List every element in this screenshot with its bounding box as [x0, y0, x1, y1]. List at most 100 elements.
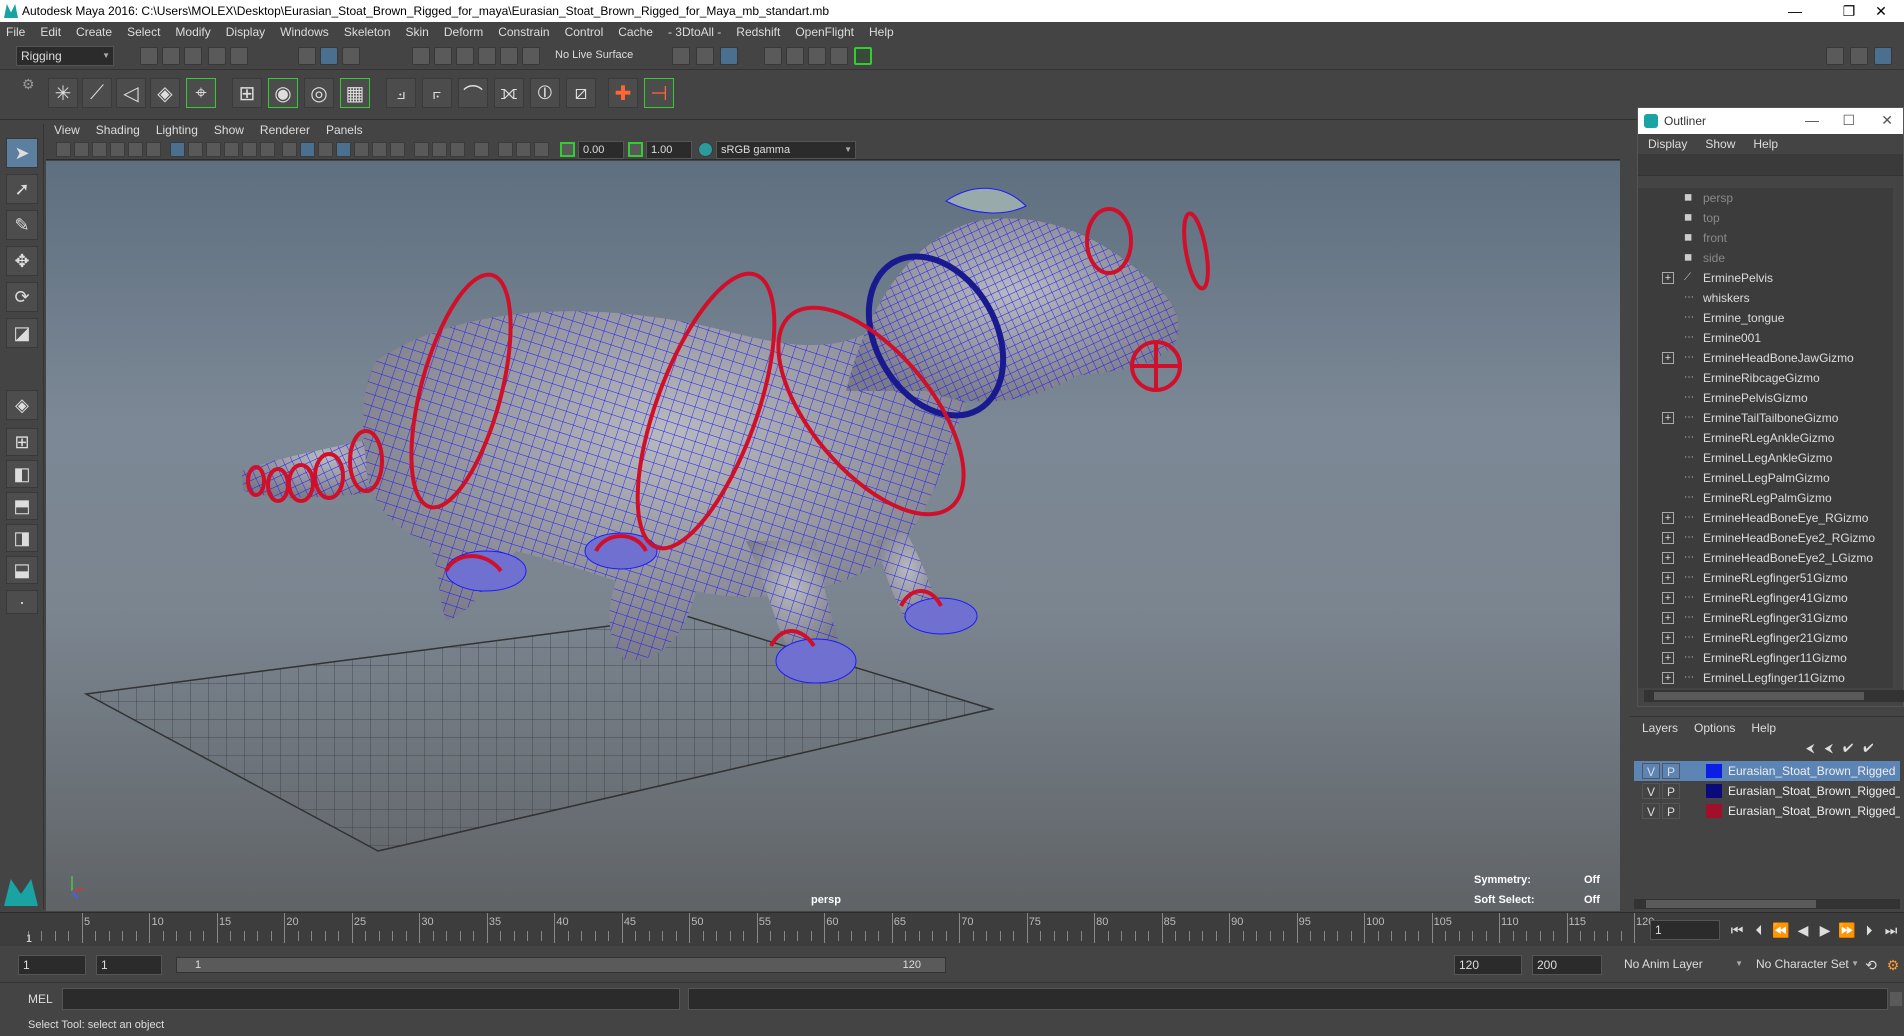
outliner-item[interactable]: ⋯ ErmineRLegPalmGizmo [1638, 488, 1893, 508]
outliner-item[interactable]: + ⋯ ErmineRLegfinger31Gizmo [1638, 608, 1893, 628]
film-gate-icon[interactable] [188, 142, 203, 157]
animation-end-field[interactable]: 200 [1532, 955, 1602, 975]
outliner-item[interactable]: ◼ top [1638, 208, 1893, 228]
smooth-bind-icon[interactable]: ⟔ [422, 78, 452, 108]
exposure-icon[interactable] [560, 142, 575, 157]
menu-skin[interactable]: Skin [406, 25, 429, 39]
scale-tool-icon[interactable]: ◪ [6, 318, 38, 348]
persp-graph-layout-icon[interactable]: ⬓ [6, 556, 38, 584]
layer-scrollbar[interactable] [1634, 899, 1900, 909]
outliner-maximize-button[interactable]: ☐ [1842, 112, 1855, 129]
go-to-end-icon[interactable]: ⏭ [1882, 921, 1900, 939]
outliner-item[interactable]: + ⋯ ErmineRLegfinger51Gizmo [1638, 568, 1893, 588]
input-ops-icon[interactable] [672, 47, 690, 65]
menu-cache[interactable]: Cache [618, 25, 653, 39]
outliner-item[interactable]: + ⋯ ErmineRLegfinger41Gizmo [1638, 588, 1893, 608]
shadows-icon[interactable] [390, 142, 405, 157]
panel-menu-lighting[interactable]: Lighting [156, 123, 198, 137]
bookmark-icon[interactable] [92, 142, 107, 157]
play-forwards-icon[interactable]: ▶ [1816, 921, 1834, 939]
layer-menu-layers[interactable]: Layers [1642, 721, 1678, 735]
auto-key-icon[interactable]: ⟲ [1862, 956, 1880, 974]
layer-color-swatch[interactable] [1706, 804, 1722, 818]
new-scene-icon[interactable] [140, 47, 158, 65]
shelf-settings-icon[interactable]: ⚙ [22, 76, 35, 93]
select-hierarchy-icon[interactable] [298, 47, 316, 65]
four-view-layout-icon[interactable]: ⊞ [6, 428, 38, 456]
outliner-item[interactable]: ⋯ ErmineLLegPalmGizmo [1638, 468, 1893, 488]
menu-display[interactable]: Display [226, 25, 265, 39]
outliner-item[interactable]: ◼ persp [1638, 188, 1893, 208]
outliner-item[interactable]: ◼ front [1638, 228, 1893, 248]
camera-select-icon[interactable] [56, 142, 71, 157]
toggle-channel-box-icon[interactable] [1850, 47, 1868, 65]
select-tool-icon[interactable]: ➤ [6, 138, 38, 168]
snap-curve-icon[interactable] [434, 47, 452, 65]
two-d-pan-icon[interactable] [128, 142, 143, 157]
output-ops-icon[interactable] [696, 47, 714, 65]
panel-menu-panels[interactable]: Panels [326, 123, 363, 137]
menu-edit[interactable]: Edit [40, 25, 61, 39]
outliner-close-button[interactable]: ✕ [1881, 112, 1893, 129]
point-constraint-icon[interactable]: ✚ [608, 78, 638, 108]
expand-icon[interactable]: + [1662, 552, 1674, 564]
outliner-item[interactable]: ⋯ ErmineRLegAnkleGizmo [1638, 428, 1893, 448]
script-editor-icon[interactable] [1890, 992, 1902, 1006]
lattice-icon[interactable]: ◉ [268, 78, 298, 108]
anim-prefs-icon[interactable]: ⚙ [1884, 956, 1902, 974]
wireframe-on-shaded-icon[interactable] [336, 142, 351, 157]
snap-surface-icon[interactable] [500, 47, 518, 65]
expand-icon[interactable]: + [1662, 652, 1674, 664]
menu-deform[interactable]: Deform [444, 25, 483, 39]
toggle-tool-settings-icon[interactable] [1874, 47, 1892, 65]
anim-layer-dropdown[interactable]: No Anim Layer [1620, 955, 1746, 975]
outliner-item[interactable]: + ⋯ ErmineTailTailboneGizmo [1638, 408, 1893, 428]
default-material-icon[interactable] [318, 142, 333, 157]
step-forward-key-icon[interactable]: ⏩ [1838, 921, 1856, 939]
safe-action-icon[interactable] [260, 142, 275, 157]
expand-icon[interactable]: + [1662, 632, 1674, 644]
outliner-item[interactable]: + ⟋ ErminePelvis [1638, 268, 1893, 288]
grid-icon[interactable] [170, 142, 185, 157]
expand-icon[interactable]: + [1662, 352, 1674, 364]
render-settings-icon[interactable] [830, 47, 848, 65]
undo-icon[interactable] [208, 47, 226, 65]
go-to-start-icon[interactable]: ⏮ [1728, 921, 1746, 939]
xray-icon[interactable] [498, 142, 513, 157]
soft-mod-icon[interactable]: ▦ [340, 78, 370, 108]
perspective-viewport[interactable]: persp Symmetry: Off Soft Select: Off [46, 161, 1620, 911]
outliner-item[interactable]: + ⋯ ErmineHeadBoneJawGizmo [1638, 348, 1893, 368]
render-view-icon[interactable] [764, 47, 782, 65]
layer-color-swatch[interactable] [1706, 764, 1722, 778]
resolution-gate-icon[interactable] [206, 142, 221, 157]
hypershade-icon[interactable] [854, 47, 872, 65]
rotate-tool-icon[interactable]: ⟳ [6, 282, 38, 312]
animation-start-field[interactable]: 1 [18, 955, 86, 975]
menu-help[interactable]: Help [869, 25, 894, 39]
panel-menu-renderer[interactable]: Renderer [260, 123, 310, 137]
outliner-minimize-button[interactable]: — [1805, 112, 1819, 128]
time-slider[interactable]: 5 10 15 20 25 30 35 40 45 50 55 60 65 70 75 80 85 90 95 100… [0, 912, 1904, 946]
move-tool-icon[interactable]: ✥ [6, 246, 38, 276]
xray-joints-icon[interactable] [534, 142, 549, 157]
gamma-field[interactable]: 1.00 [646, 141, 692, 159]
menuset-dropdown[interactable]: Rigging [16, 46, 114, 66]
menu-redshift[interactable]: Redshift [736, 25, 780, 39]
color-space-dropdown[interactable]: sRGB gamma [716, 141, 856, 159]
expand-icon[interactable]: + [1662, 572, 1674, 584]
layer-row[interactable]: V P Eurasian_Stoat_Brown_Rigged_B [1634, 781, 1900, 801]
gate-mask-icon[interactable] [224, 142, 239, 157]
outliner-menu-display[interactable]: Display [1648, 137, 1687, 151]
menu-control[interactable]: Control [565, 25, 604, 39]
cluster-icon[interactable]: ⊞ [232, 78, 262, 108]
expand-icon[interactable]: + [1662, 532, 1674, 544]
layer-visibility-toggle[interactable]: V [1642, 803, 1660, 819]
command-input[interactable] [62, 988, 680, 1010]
outliner-list[interactable]: ◼ persp ◼ top ◼ front ◼ side + ⟋ ErminePelvis ⋯ whis… [1638, 188, 1893, 688]
layer-menu-options[interactable]: Options [1694, 721, 1735, 735]
create-joint-icon[interactable]: ✳ [48, 78, 78, 108]
menu-3dtoall[interactable]: - 3DtoAll - [668, 25, 721, 39]
range-slider-bar[interactable]: 1 120 [176, 957, 946, 973]
menu-create[interactable]: Create [76, 25, 112, 39]
hypershade-persp-layout-icon[interactable]: ◨ [6, 524, 38, 552]
